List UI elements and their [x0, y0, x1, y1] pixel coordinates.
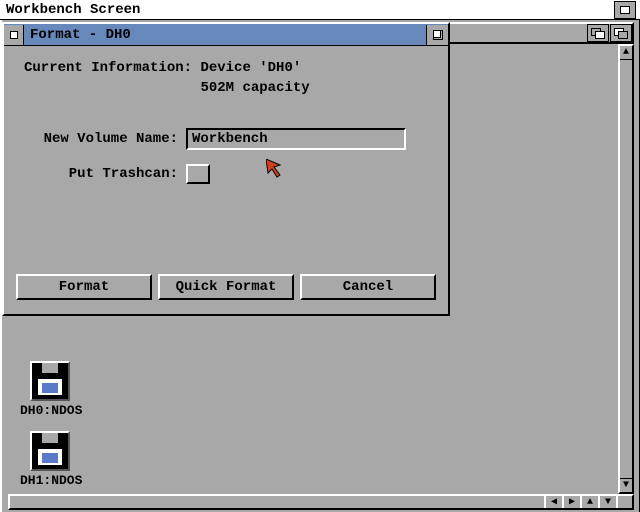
dialog-body: Current Information: Device 'DH0' 502M c…	[4, 46, 448, 314]
trashcan-label: Put Trashcan:	[16, 166, 186, 182]
scroll-up-arrow-2[interactable]: ▲	[580, 496, 598, 508]
device-line: Device 'DH0'	[200, 60, 301, 76]
dialog-titlebar[interactable]: Format - DH0	[4, 24, 448, 46]
button-row: Format Quick Format Cancel	[16, 274, 436, 300]
disk-icon-dh0[interactable]: DH0:NDOS	[20, 361, 80, 418]
scroll-up-arrow[interactable]: ▲	[620, 46, 632, 60]
disk-label: DH1:NDOS	[20, 473, 80, 488]
window-depth-gadget[interactable]	[610, 24, 632, 42]
resize-gadget[interactable]	[616, 496, 632, 508]
dialog-title: Format - DH0	[24, 27, 426, 43]
cancel-button-label: Cancel	[343, 279, 393, 295]
scroll-right-arrow[interactable]: ▶	[562, 496, 580, 508]
format-button[interactable]: Format	[16, 274, 152, 300]
screen-titlebar: Workbench Screen	[0, 0, 640, 20]
format-dialog: Format - DH0 Current Information: Device…	[2, 22, 450, 316]
floppy-icon	[30, 361, 70, 401]
capacity-line: 502M capacity	[200, 80, 309, 96]
close-gadget[interactable]	[4, 25, 24, 45]
volume-name-input[interactable]	[186, 128, 406, 150]
current-info: Current Information: Device 'DH0' 502M c…	[24, 58, 436, 98]
quick-format-button[interactable]: Quick Format	[158, 274, 294, 300]
vertical-scrollbar[interactable]: ▲ ▼	[618, 44, 634, 494]
zoom-gadget[interactable]	[426, 25, 448, 45]
screen-depth-gadget[interactable]	[614, 1, 636, 19]
scroll-down-arrow-2[interactable]: ▼	[598, 496, 616, 508]
desktop: ▲ ▼ ◀ ▶ ▲ ▼ DH0:NDOS DH1:NDOS Format - D…	[0, 20, 640, 512]
scroll-down-arrow[interactable]: ▼	[620, 478, 632, 492]
info-label: Current Information:	[24, 60, 192, 76]
floppy-icon	[30, 431, 70, 471]
window-zoom-gadget[interactable]	[587, 24, 609, 42]
horizontal-scrollbar[interactable]	[10, 496, 544, 508]
disk-label: DH0:NDOS	[20, 403, 80, 418]
quick-format-button-label: Quick Format	[176, 279, 277, 295]
format-button-label: Format	[59, 279, 109, 295]
volume-name-row: New Volume Name:	[16, 128, 436, 150]
trashcan-row: Put Trashcan:	[16, 164, 436, 184]
bottom-scrollbar: ◀ ▶ ▲ ▼	[8, 494, 634, 510]
volume-name-label: New Volume Name:	[16, 131, 186, 147]
cancel-button[interactable]: Cancel	[300, 274, 436, 300]
scroll-left-arrow[interactable]: ◀	[544, 496, 562, 508]
trashcan-checkbox[interactable]	[186, 164, 210, 184]
disk-icon-dh1[interactable]: DH1:NDOS	[20, 431, 80, 488]
screen-title: Workbench Screen	[4, 2, 612, 18]
